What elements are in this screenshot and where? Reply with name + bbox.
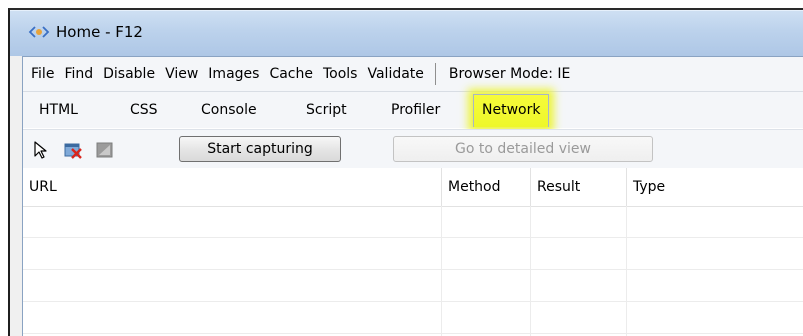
network-toolbar: Start capturing Go to detailed view (23, 129, 803, 169)
devtools-window: Home - F12 File Find Disable View Images… (8, 8, 803, 336)
table-row (23, 270, 803, 302)
go-to-detailed-view-button[interactable]: Go to detailed view (393, 136, 653, 162)
column-header-url[interactable]: URL (23, 168, 441, 206)
network-table-header: URL Method Result Type (23, 168, 803, 207)
title-bar[interactable]: Home - F12 (10, 10, 803, 56)
browser-mode-menu[interactable]: Browser Mode: IE (444, 66, 575, 82)
column-divider (441, 206, 442, 336)
tab-html[interactable]: HTML (39, 102, 78, 118)
table-row (23, 302, 803, 334)
menu-file[interactable]: File (26, 66, 59, 82)
menu-images[interactable]: Images (203, 66, 264, 82)
tab-network[interactable]: Network (473, 94, 550, 127)
tab-profiler[interactable]: Profiler (391, 102, 440, 118)
table-row (23, 206, 803, 238)
start-capturing-button[interactable]: Start capturing (179, 136, 341, 162)
tab-console[interactable]: Console (201, 102, 257, 118)
menu-bar: File Find Disable View Images Cache Tool… (23, 57, 803, 92)
table-row (23, 238, 803, 270)
select-element-icon[interactable] (31, 140, 51, 160)
tab-script[interactable]: Script (306, 102, 347, 118)
column-divider (626, 206, 627, 336)
developer-tools-icon (28, 24, 50, 40)
column-header-method[interactable]: Method (441, 168, 530, 206)
disabled-option-icon (95, 140, 115, 160)
menu-view[interactable]: View (160, 66, 203, 82)
menu-cache[interactable]: Cache (264, 66, 318, 82)
clear-entries-icon[interactable] (63, 140, 83, 160)
menu-validate[interactable]: Validate (362, 66, 428, 82)
tab-bar: HTML CSS Console Script Profiler Network (23, 92, 803, 128)
devtools-content: File Find Disable View Images Cache Tool… (22, 56, 803, 336)
menu-disable[interactable]: Disable (98, 66, 160, 82)
column-header-result[interactable]: Result (530, 168, 626, 206)
menu-tools[interactable]: Tools (318, 66, 363, 82)
menu-find[interactable]: Find (59, 66, 98, 82)
tab-css[interactable]: CSS (130, 102, 158, 118)
column-divider (530, 206, 531, 336)
window-title: Home - F12 (56, 23, 143, 41)
column-header-type[interactable]: Type (626, 168, 803, 206)
menu-separator (434, 63, 436, 85)
